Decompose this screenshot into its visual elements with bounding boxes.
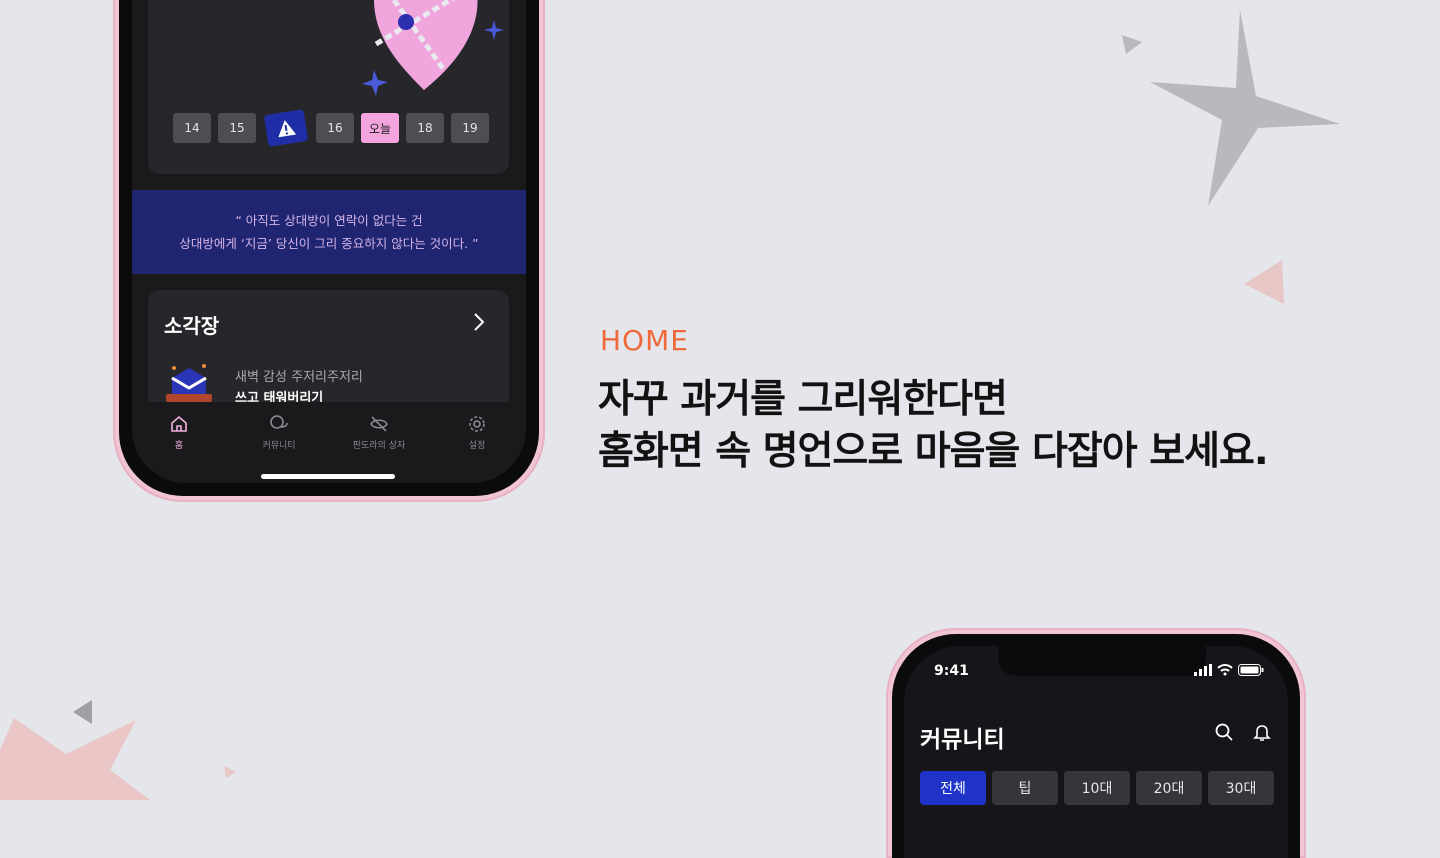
status-icons bbox=[1194, 664, 1264, 676]
status-time: 9:41 bbox=[934, 663, 969, 679]
pink-triangle-decoration bbox=[1244, 260, 1284, 304]
tab-community-label: 커뮤니티 bbox=[262, 441, 296, 451]
quote-banner: “ 아직도 상대방이 연락이 없다는 건 상대방에게 ‘지금’ 당신이 그리 중… bbox=[132, 190, 526, 274]
tab-home[interactable]: 홈 bbox=[134, 414, 224, 451]
section-eyebrow: HOME bbox=[600, 324, 689, 357]
day-chip[interactable]: 18 bbox=[406, 113, 444, 143]
phone-bezel: 9:41 커뮤니티 전체 팁 10대 20대 30대 bbox=[892, 634, 1300, 858]
wifi-icon bbox=[1217, 664, 1233, 676]
tab-bar: 홈 커뮤니티 판도라의 상자 설정 bbox=[132, 402, 526, 483]
quote-line-2: 상대방에게 ‘지금’ 당신이 그리 중요하지 않다는 것이다. ” bbox=[179, 236, 479, 251]
quote-line-1: “ 아직도 상대방이 연락이 없다는 건 bbox=[235, 213, 423, 228]
chat-icon bbox=[270, 415, 288, 429]
day-chip-today[interactable]: 오늘 bbox=[361, 113, 399, 143]
burning-letter-icon bbox=[166, 364, 212, 402]
home-indicator[interactable] bbox=[261, 474, 395, 479]
bell-icon[interactable] bbox=[1252, 722, 1272, 742]
day-chip[interactable]: 19 bbox=[451, 113, 489, 143]
section-headline: 자꾸 과거를 그리워한다면 홈화면 속 명언으로 마음을 다잡아 보세요. bbox=[598, 374, 1269, 478]
phone-notch bbox=[998, 646, 1206, 676]
tab-settings-label: 설정 bbox=[468, 441, 486, 451]
tab-community[interactable]: 커뮤니티 bbox=[234, 414, 324, 451]
search-icon[interactable] bbox=[1214, 722, 1234, 742]
community-phone-mockup: 9:41 커뮤니티 전체 팁 10대 20대 30대 bbox=[886, 628, 1306, 858]
headline-line-2: 홈화면 속 명언으로 마음을 다잡아 보세요. bbox=[598, 429, 1269, 474]
home-phone-mockup: 14 15 16 오늘 18 19 “ 아직도 상대방이 연락이 없다는 건 상… bbox=[113, 0, 545, 502]
tab-pandora[interactable]: 판도라의 상자 bbox=[334, 414, 424, 451]
headline-line-1: 자꾸 과거를 그리워한다면 bbox=[598, 377, 1008, 422]
gear-icon bbox=[469, 416, 485, 432]
calendar-days: 14 15 16 오늘 18 19 bbox=[173, 109, 489, 147]
eye-off-icon bbox=[370, 416, 388, 432]
small-gray-triangle-decoration bbox=[1122, 35, 1142, 54]
burn-card-subtitle: 새벽 감성 주저리주저리 bbox=[235, 370, 363, 385]
home-icon bbox=[171, 415, 187, 432]
tiny-pink-triangle-decoration bbox=[224, 766, 236, 778]
burn-card-title: 소각장 bbox=[164, 314, 220, 338]
tab-pandora-label: 판도라의 상자 bbox=[352, 441, 406, 451]
signal-icon bbox=[1194, 664, 1212, 676]
community-title: 커뮤니티 bbox=[920, 727, 1005, 753]
tab-home-label: 홈 bbox=[174, 441, 184, 451]
warning-icon[interactable] bbox=[263, 109, 309, 147]
community-screen: 9:41 커뮤니티 전체 팁 10대 20대 30대 bbox=[904, 646, 1288, 858]
battery-icon bbox=[1238, 664, 1264, 676]
home-screen: 14 15 16 오늘 18 19 “ 아직도 상대방이 연락이 없다는 건 상… bbox=[132, 0, 526, 483]
day-chip[interactable]: 14 bbox=[173, 113, 211, 143]
calendar-card: 14 15 16 오늘 18 19 bbox=[148, 0, 509, 174]
locked-heart-illustration bbox=[362, 0, 504, 96]
community-header-icons bbox=[1214, 722, 1272, 742]
day-chip[interactable]: 16 bbox=[316, 113, 354, 143]
gray-sparkle-decoration bbox=[1150, 10, 1340, 206]
tab-settings[interactable]: 설정 bbox=[432, 414, 522, 451]
day-chip[interactable]: 15 bbox=[218, 113, 256, 143]
small-gray-triangle-decoration-2 bbox=[73, 700, 92, 724]
chevron-right-icon[interactable] bbox=[473, 312, 485, 332]
phone-bezel: 14 15 16 오늘 18 19 “ 아직도 상대방이 연락이 없다는 건 상… bbox=[119, 0, 539, 496]
